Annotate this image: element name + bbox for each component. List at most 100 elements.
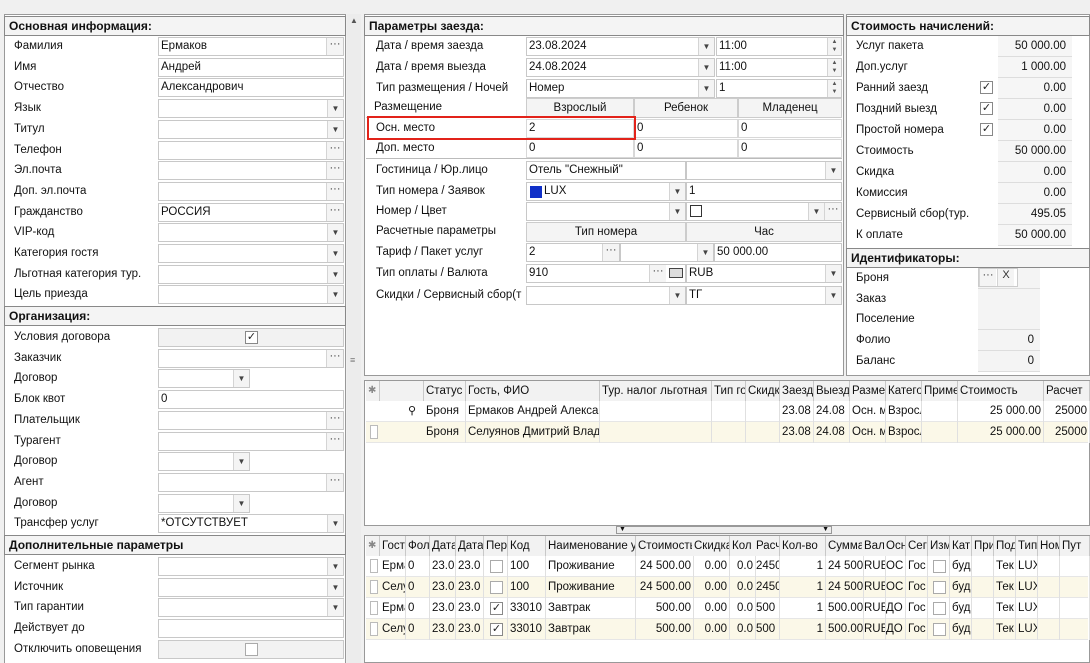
arrival-date-field[interactable]: 23.08.2024 ▼: [526, 37, 715, 56]
discount-field[interactable]: ▼: [526, 286, 686, 305]
more-icon[interactable]: ···: [326, 349, 343, 367]
column-header[interactable]: Кол-во: [780, 536, 826, 556]
column-header[interactable]: Примечание: [922, 381, 958, 401]
column-header[interactable]: Кат: [950, 536, 972, 556]
column-header[interactable]: Выезд: [814, 381, 850, 401]
column-header[interactable]: Статус: [424, 381, 466, 401]
more-icon[interactable]: ···: [649, 265, 666, 282]
more-icon[interactable]: ···: [979, 269, 996, 286]
row-selector[interactable]: [370, 580, 378, 594]
column-header[interactable]: Ном: [1038, 536, 1060, 556]
column-header[interactable]: Валюта: [862, 536, 886, 556]
org-8-field[interactable]: ▼: [158, 493, 250, 513]
column-header[interactable]: Сумма: [826, 536, 864, 556]
row-selector[interactable]: [370, 425, 378, 439]
color-field[interactable]: ▼ ···: [686, 202, 842, 221]
column-header[interactable]: Пут: [1060, 536, 1090, 556]
main-7-field[interactable]: ···: [158, 181, 344, 201]
main-1-field[interactable]: Андрей: [158, 57, 344, 77]
org-4-field[interactable]: ···: [158, 410, 344, 430]
column-header[interactable]: Тип: [1016, 536, 1038, 556]
more-icon[interactable]: ···: [326, 38, 343, 55]
chevron-down-icon[interactable]: ▼: [327, 578, 343, 596]
extra-adult-field[interactable]: 0: [526, 139, 634, 158]
more-icon[interactable]: ···: [326, 141, 343, 159]
main-4-field[interactable]: ▼: [158, 119, 344, 139]
chevron-down-icon[interactable]: ▼: [825, 162, 841, 179]
chevron-down-icon[interactable]: ▼: [697, 244, 713, 261]
org-3-field[interactable]: 0: [158, 390, 344, 410]
more-icon[interactable]: ···: [326, 182, 343, 200]
column-header[interactable]: Дата: [456, 536, 484, 556]
roomno-field[interactable]: ▼: [526, 202, 686, 221]
checkbox[interactable]: ✓: [980, 81, 993, 94]
more-icon[interactable]: ···: [326, 432, 343, 450]
chevron-down-icon[interactable]: ▼: [327, 515, 343, 533]
checkbox[interactable]: [490, 581, 503, 594]
chevron-down-icon[interactable]: ▼: [233, 494, 249, 512]
splitter-handle[interactable]: ▲ ≡: [347, 14, 361, 663]
placement-type-field[interactable]: Номер ▼: [526, 79, 715, 98]
row-selector[interactable]: [370, 622, 378, 636]
extra-0-field[interactable]: ▼: [158, 557, 344, 576]
column-header[interactable]: Тур. налог льготная: [600, 381, 712, 401]
column-header[interactable]: Под: [994, 536, 1016, 556]
more-icon[interactable]: ···: [326, 203, 343, 221]
column-header[interactable]: Изм: [928, 536, 950, 556]
checkbox[interactable]: [245, 642, 258, 656]
package-field[interactable]: ▼: [620, 243, 714, 262]
departure-date-field[interactable]: 24.08.2024 ▼: [526, 58, 715, 77]
org-0-field[interactable]: ✓: [158, 328, 344, 347]
org-7-field[interactable]: ···: [158, 472, 344, 492]
currency-field[interactable]: RUB ▼: [686, 264, 842, 283]
main-2-field[interactable]: Александрович: [158, 78, 344, 98]
chevron-down-icon[interactable]: ▼: [669, 287, 685, 304]
chevron-down-icon[interactable]: ▼: [808, 203, 824, 220]
service-fee-field[interactable]: ТГ ▼: [686, 286, 842, 305]
column-header[interactable]: Стоимость: [958, 381, 1044, 401]
main-infant-field[interactable]: 0: [738, 119, 842, 138]
chevron-down-icon[interactable]: ▼: [233, 370, 249, 388]
chevron-down-icon[interactable]: ▼: [327, 120, 343, 138]
main-child-field[interactable]: 0: [634, 119, 738, 138]
spinner-icon[interactable]: ▲ ▼: [827, 59, 841, 76]
clear-icon[interactable]: X: [997, 269, 1014, 286]
chevron-down-icon[interactable]: ▼: [698, 59, 714, 76]
checkbox[interactable]: ✓: [490, 602, 503, 615]
checkbox[interactable]: ✓: [245, 331, 258, 344]
main-12-field[interactable]: ▼: [158, 285, 344, 305]
hotel-field[interactable]: Отель "Снежный": [526, 161, 686, 180]
spinner-icon[interactable]: ▲ ▼: [827, 80, 841, 97]
chevron-down-icon[interactable]: ▼: [825, 265, 841, 282]
legal-entity-field[interactable]: ▼: [686, 161, 842, 180]
column-header[interactable]: Скидка: [692, 536, 730, 556]
main-5-field[interactable]: ···: [158, 140, 344, 160]
tariff-field[interactable]: 2 ···: [526, 243, 620, 262]
extra-infant-field[interactable]: 0: [738, 139, 842, 158]
chevron-down-icon[interactable]: ▼: [233, 453, 249, 471]
chevron-down-icon[interactable]: ▼: [327, 558, 343, 575]
checkbox[interactable]: ✓: [980, 123, 993, 136]
column-header[interactable]: Основа: [884, 536, 906, 556]
column-header[interactable]: Дата: [430, 536, 456, 556]
checkbox[interactable]: ✓: [490, 623, 503, 636]
more-icon[interactable]: ···: [824, 203, 841, 220]
extra-child-field[interactable]: 0: [634, 139, 738, 158]
checkbox[interactable]: [933, 602, 946, 615]
payment-field[interactable]: 910 ···: [526, 264, 686, 283]
main-9-field[interactable]: ▼: [158, 223, 344, 243]
column-header[interactable]: Расчет: [1044, 381, 1090, 401]
chevron-down-icon[interactable]: ▼: [825, 287, 841, 304]
org-9-field[interactable]: *ОТСУТСТВУЕТ ▼: [158, 514, 344, 534]
extra-2-field[interactable]: ▼: [158, 598, 344, 618]
requests-field[interactable]: 1: [686, 182, 842, 201]
chevron-down-icon[interactable]: ▼: [327, 286, 343, 304]
more-icon[interactable]: ···: [326, 411, 343, 429]
column-header[interactable]: Наименование услуги: [546, 536, 636, 556]
column-header[interactable]: Фолио: [406, 536, 430, 556]
main-10-field[interactable]: ▼: [158, 244, 344, 263]
more-icon[interactable]: ···: [602, 244, 619, 261]
checkbox[interactable]: [933, 581, 946, 594]
checkbox[interactable]: [933, 560, 946, 573]
chevron-down-icon[interactable]: ▼: [327, 224, 343, 242]
